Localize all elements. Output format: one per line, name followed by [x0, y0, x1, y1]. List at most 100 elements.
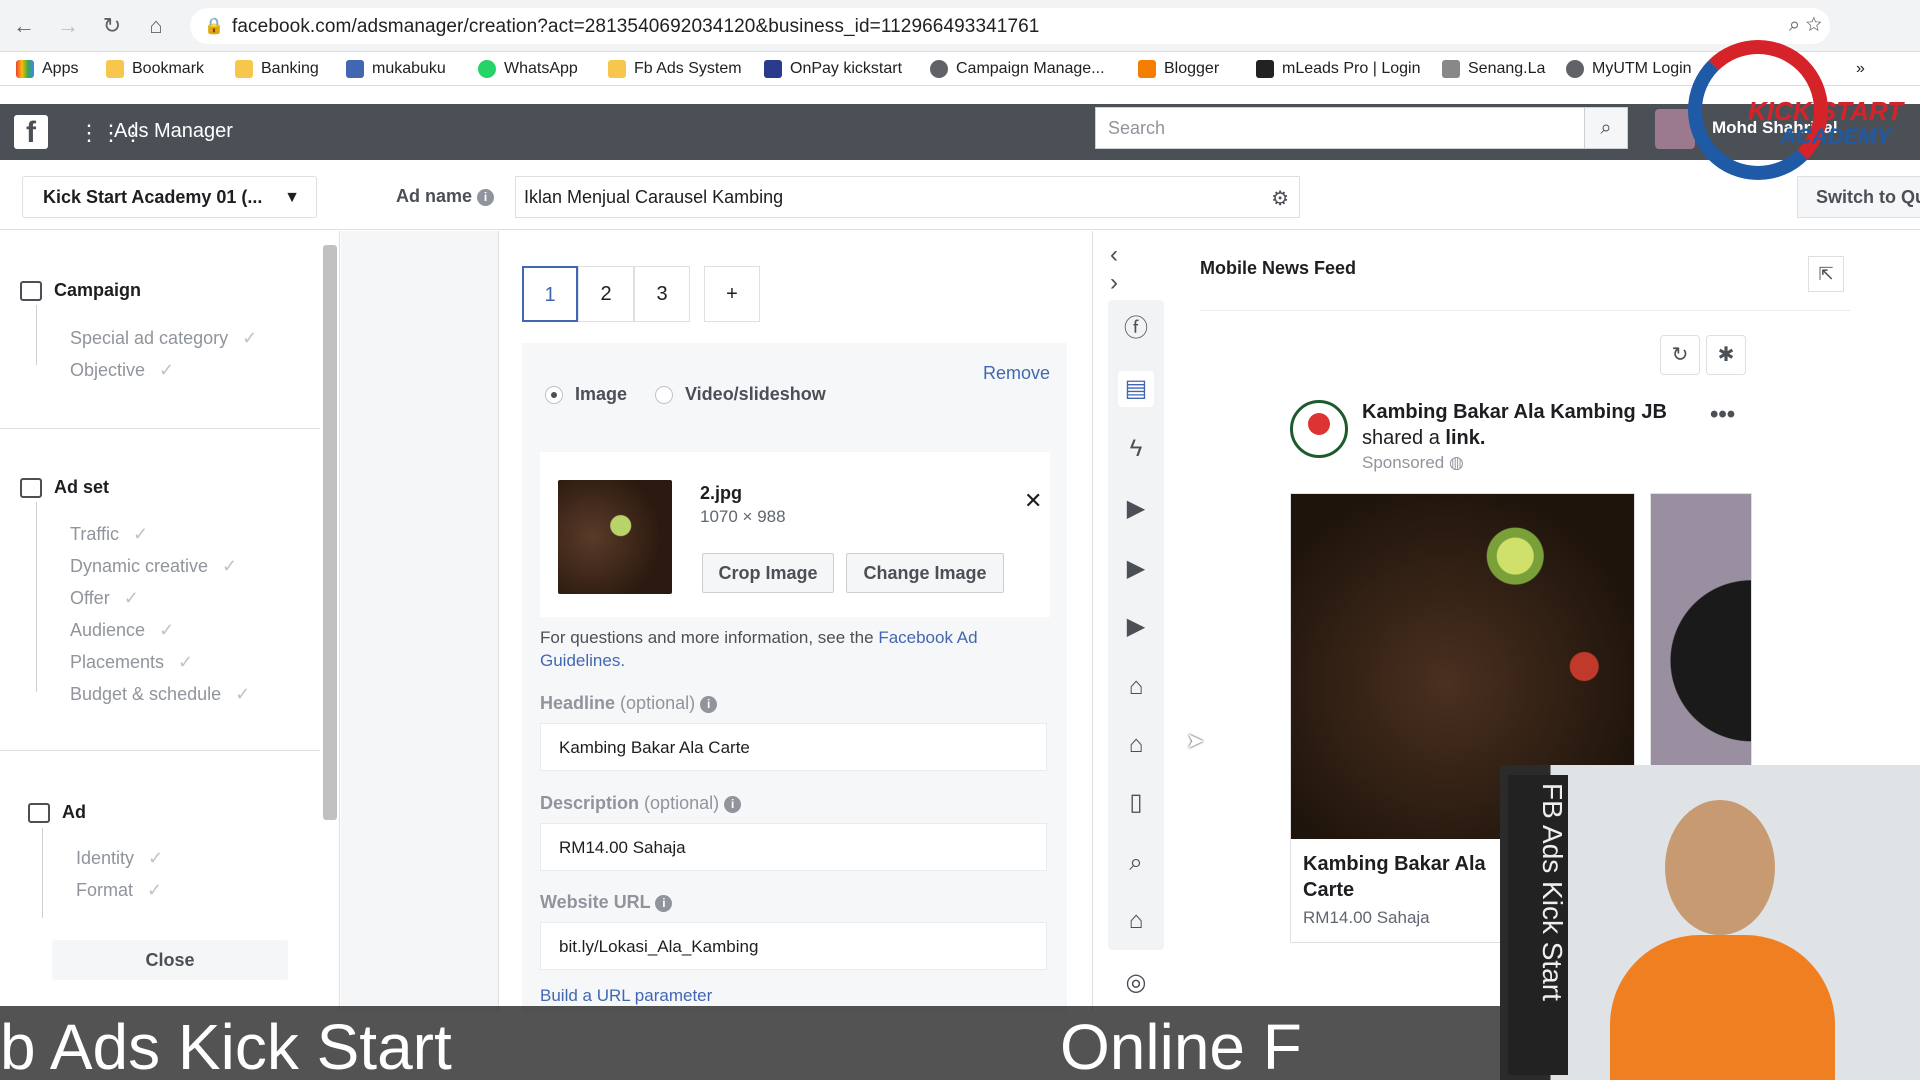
divider [0, 428, 320, 429]
feed-placement-icon[interactable]: ▤ [1118, 371, 1154, 407]
globe-icon [930, 60, 948, 78]
carousel-card-description: RM14.00 Sahaja [1303, 908, 1430, 927]
nav-section-ad[interactable]: Ad [28, 802, 86, 823]
radio-unselected [655, 385, 673, 404]
check-icon: ✓ [133, 524, 149, 544]
marketplace-icon[interactable]: ⌂ [1118, 669, 1154, 705]
bug-icon[interactable]: ✱ [1706, 335, 1746, 375]
nav-item-format[interactable]: Format ✓ [76, 880, 162, 901]
shared-a-link: shared a link. [1362, 427, 1486, 449]
info-icon[interactable]: i [700, 695, 718, 713]
bookmark-fb-ads-system[interactable]: Fb Ads System [608, 58, 742, 80]
facebook-icon[interactable]: ⓕ [1118, 311, 1154, 347]
webcam-banner: FB Ads Kick Start [1508, 775, 1568, 1075]
description-label: Description (optional) i [540, 793, 742, 814]
bookmark-campaign-manager[interactable]: Campaign Manage... [930, 58, 1105, 80]
card-tab-2[interactable]: 2 [578, 266, 634, 322]
browser-toolbar: ← → ↻ ⌂ 🔒 facebook.com/adsmanager/creati… [0, 0, 1920, 52]
instagram-icon[interactable]: ◎ [1118, 965, 1154, 1001]
bookmark-apps[interactable]: Apps [16, 58, 78, 80]
video-placement-icon[interactable]: ▶ [1118, 609, 1154, 645]
chevron-left-right-icon[interactable]: ‹ › [1110, 241, 1178, 297]
video-placement-icon[interactable]: ▶ [1118, 551, 1154, 587]
info-icon[interactable]: i [477, 188, 495, 206]
chevron-down-icon: ▼ [284, 189, 300, 206]
bookmark-banking[interactable]: Banking [235, 58, 319, 80]
carousel-card-2[interactable] [1650, 493, 1752, 773]
file-dimensions: 1070 × 988 [700, 507, 786, 526]
media-type-image[interactable]: Image [545, 384, 627, 405]
nav-item-objective[interactable]: Objective ✓ [70, 360, 174, 381]
onpay-icon [764, 60, 782, 78]
marketplace-icon[interactable]: ⌂ [1118, 903, 1154, 939]
website-url-input[interactable]: bit.ly/Lokasi_Ala_Kambing [540, 922, 1047, 970]
campaign-icon [20, 280, 42, 301]
nav-item-identity[interactable]: Identity ✓ [76, 848, 163, 869]
apps-grid-icon [16, 60, 34, 78]
bookmark-mukabuku[interactable]: mukabuku [346, 58, 446, 80]
carousel-card-headline: Kambing Bakar Ala Carte [1303, 853, 1486, 901]
page-name: Kambing Bakar Ala Kambing JB [1362, 401, 1667, 423]
crop-image-button[interactable]: Crop Image [702, 553, 834, 593]
external-link-icon[interactable]: ⇱ [1808, 256, 1844, 292]
nav-item-dynamic-creative[interactable]: Dynamic creative ✓ [70, 556, 237, 577]
headline-label: Headline (optional) i [540, 693, 718, 714]
home-icon[interactable]: ⌂ [140, 10, 172, 42]
nav-section-campaign[interactable]: Campaign [20, 280, 141, 301]
bookmark-myutm[interactable]: MyUTM Login [1566, 58, 1692, 80]
info-icon[interactable]: i [724, 795, 742, 813]
remove-link[interactable]: Remove [983, 363, 1050, 384]
check-icon: ✓ [242, 328, 258, 348]
nav-item-budget-schedule[interactable]: Budget & schedule ✓ [70, 684, 250, 705]
description-input[interactable]: RM14.00 Sahaja [540, 823, 1047, 871]
forward-icon[interactable]: → [52, 10, 84, 42]
add-card-button[interactable]: + [704, 266, 760, 322]
media-type-video-slideshow[interactable]: Video/slideshow [655, 384, 826, 405]
preview-title: Mobile News Feed [1200, 258, 1357, 278]
mobile-icon[interactable]: ▯ [1118, 785, 1154, 821]
search-icon[interactable]: ⌕ [1584, 107, 1628, 149]
check-icon: ✓ [178, 652, 194, 672]
facebook-logo-icon[interactable]: f [14, 115, 48, 149]
card-tab-3[interactable]: 3 [634, 266, 690, 322]
zoom-icon[interactable]: ⌕ ☆ [1789, 14, 1822, 37]
ad-name-input[interactable]: Iklan Menjual Carausel Kambing ⚙ [515, 176, 1300, 218]
info-icon[interactable]: i [655, 894, 673, 912]
ad-name-label: Ad name i [396, 186, 495, 207]
nav-section-ad-set[interactable]: Ad set [20, 477, 109, 498]
bookmark-blogger[interactable]: Blogger [1138, 58, 1219, 80]
close-icon[interactable]: ✕ [1024, 488, 1042, 514]
nav-item-placements[interactable]: Placements ✓ [70, 652, 193, 673]
presenter-shirt [1610, 935, 1835, 1080]
refresh-icon[interactable]: ↻ [1660, 335, 1700, 375]
nav-item-offer[interactable]: Offer ✓ [70, 588, 139, 609]
more-options-icon[interactable]: ••• [1710, 401, 1735, 429]
bookmark-senangla[interactable]: Senang.La [1442, 58, 1545, 80]
card-tab-1[interactable]: 1 [522, 266, 578, 322]
headline-input[interactable]: Kambing Bakar Ala Carte [540, 723, 1047, 771]
close-button[interactable]: Close [52, 940, 288, 980]
app-title: Ads Manager [114, 120, 233, 142]
left-nav-scrollbar[interactable] [323, 245, 337, 820]
nav-item-traffic[interactable]: Traffic ✓ [70, 524, 148, 545]
search-input[interactable]: Search [1095, 107, 1585, 149]
change-image-button[interactable]: Change Image [846, 553, 1004, 593]
back-icon[interactable]: ← [8, 10, 40, 42]
instant-article-icon[interactable]: ϟ [1118, 431, 1154, 467]
reload-icon[interactable]: ↻ [96, 10, 128, 42]
build-url-parameter-link[interactable]: Build a URL parameter [540, 986, 712, 1006]
address-bar[interactable]: 🔒 facebook.com/adsmanager/creation?act=2… [190, 8, 1830, 44]
marketplace-icon[interactable]: ⌂ [1118, 727, 1154, 763]
bookmark-folder[interactable]: Bookmark [106, 58, 204, 80]
presenter-head [1665, 800, 1775, 935]
search-icon[interactable]: ⌕ [1118, 845, 1154, 881]
gear-icon[interactable]: ⚙ [1271, 186, 1289, 211]
account-selector[interactable]: Kick Start Academy 01 (... ▼ [22, 176, 317, 218]
video-placement-icon[interactable]: ▶ [1118, 491, 1154, 527]
bookmark-whatsapp[interactable]: WhatsApp [478, 58, 578, 80]
bookmark-mleads[interactable]: mLeads Pro | Login [1256, 58, 1420, 80]
nav-item-audience[interactable]: Audience ✓ [70, 620, 174, 641]
bookmarks-overflow[interactable]: » [1856, 58, 1865, 80]
nav-item-special-ad-category[interactable]: Special ad category ✓ [70, 328, 257, 349]
bookmark-onpay[interactable]: OnPay kickstart [764, 58, 902, 80]
